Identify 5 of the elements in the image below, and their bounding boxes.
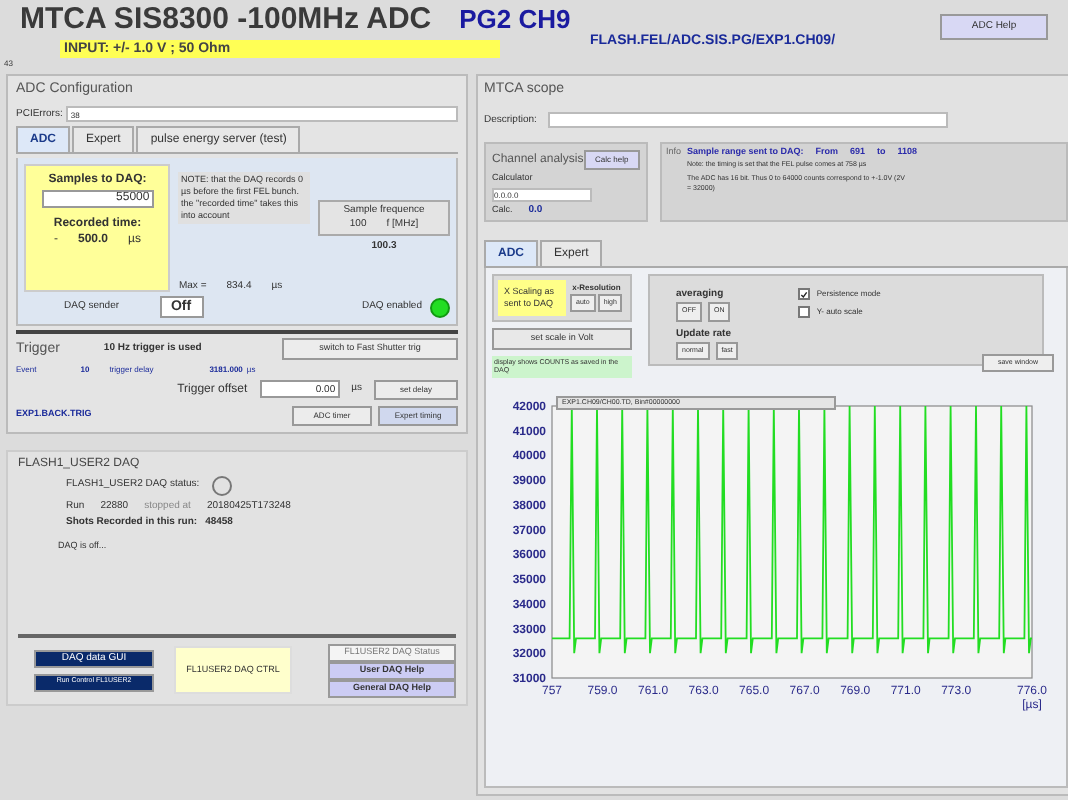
checkbox[interactable] — [798, 306, 811, 318]
description-field[interactable] — [548, 112, 949, 128]
checkbox[interactable] — [798, 288, 811, 300]
app-title: MTCA SIS8300 -100MHz ADC — [20, 4, 432, 34]
channel-label: PG2 CH9 — [459, 6, 571, 32]
